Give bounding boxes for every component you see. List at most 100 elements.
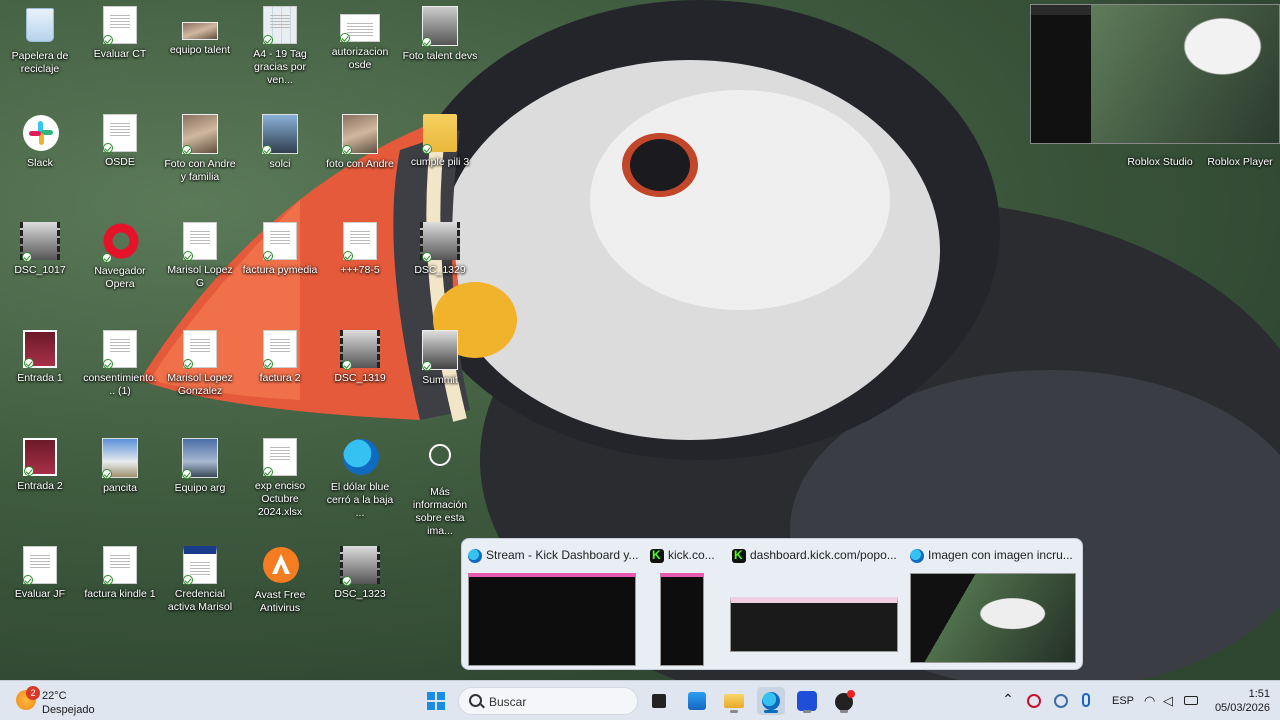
taskbar: 2 22°C Despejado Buscar ⌃ ESP ◠ ◁ 1:51 05… — [0, 680, 1280, 720]
document-icon — [103, 330, 137, 369]
sync-status-icon — [102, 469, 112, 479]
desktop-icon-cumple-pili[interactable]: cumple pili 3 — [400, 112, 480, 169]
desktop-icon-foto-talent-devs[interactable]: Foto talent devs — [400, 4, 480, 63]
sync-tray-icon[interactable] — [1027, 694, 1041, 708]
taskbar-app-blue[interactable] — [793, 687, 821, 715]
desktop-icon-foto-andre-familia[interactable]: Foto con Andre y familia — [160, 112, 240, 184]
document-icon — [183, 546, 217, 585]
sync-status-icon — [263, 359, 273, 369]
weather-badge: 2 — [26, 686, 40, 700]
wifi-icon[interactable]: ◠ — [1144, 693, 1160, 709]
ticket-icon — [23, 330, 57, 368]
image-icon — [102, 438, 138, 479]
desktop-icon-autorizacion-osde[interactable]: autorizacion osde — [320, 4, 400, 72]
desktop-icon-dsc-1017[interactable]: DSC_1017 — [0, 220, 80, 277]
desktop-icon-dsc-1323[interactable]: DSC_1323 — [320, 544, 400, 601]
desktop-icon-recycle-bin[interactable]: Papelera de reciclaje — [0, 4, 80, 76]
preview-title: dashboard.kick.com/popo... — [750, 548, 897, 562]
desktop-icon-solci[interactable]: solci — [240, 112, 320, 171]
desktop-icon-evaluar-jf[interactable]: Evaluar JF — [0, 544, 80, 601]
icon-label: Más información sobre esta ima... — [412, 486, 468, 537]
desktop-icon-factura-kindle[interactable]: factura kindle 1 — [80, 544, 160, 601]
desktop-icon-factura-pymedia[interactable]: factura pymedia — [240, 220, 320, 277]
icon-label: autorizacion osde — [331, 46, 389, 71]
desktop-icon-opera[interactable]: Navegador Opera — [80, 220, 160, 291]
desktop-icon-entrada-1[interactable]: Entrada 1 — [0, 328, 80, 385]
task-view-icon — [652, 694, 666, 708]
taskbar-edge[interactable] — [757, 687, 785, 715]
start-button[interactable] — [422, 687, 450, 715]
taskbar-store-app[interactable] — [683, 687, 711, 715]
desktop-icon-dsc-1319[interactable]: DSC_1319 — [320, 328, 400, 385]
desktop-icon-pancita[interactable]: pancita — [80, 436, 160, 495]
desktop-icon-dolar-blue[interactable]: El dólar blue cerró a la baja ... — [320, 436, 400, 520]
sync-status-icon — [340, 33, 350, 43]
image-icon — [342, 114, 378, 155]
desktop-icon-dsc-1329[interactable]: DSC_1329 — [400, 220, 480, 277]
desktop-icon-factura-2[interactable]: factura 2 — [240, 328, 320, 385]
chevron-up-icon[interactable]: ⌃ — [1000, 691, 1016, 707]
icon-label: Summit — [422, 374, 458, 386]
taskbar-search[interactable]: Buscar — [458, 687, 638, 715]
language-indicator[interactable]: ESP — [1112, 695, 1134, 709]
document-icon — [183, 222, 217, 261]
video-icon — [340, 546, 380, 586]
icon-label: DSC_1017 — [14, 264, 66, 276]
desktop-icon-equipo-arg[interactable]: Equipo arg — [160, 436, 240, 495]
icon-label: El dólar blue cerró a la baja ... — [326, 481, 394, 519]
recycle-bin-icon — [26, 8, 54, 42]
picture-in-picture-window[interactable] — [1030, 4, 1280, 144]
desktop-icon-osde[interactable]: OSDE — [80, 112, 160, 169]
sync-status-icon — [183, 251, 193, 261]
document-icon — [23, 546, 57, 585]
desktop-icon-credencial[interactable]: Credencial activa Marisol — [160, 544, 240, 614]
pip-wallpaper-capture — [1091, 5, 1279, 143]
desktop-icon-slack[interactable]: Slack — [0, 112, 80, 170]
clock[interactable]: 1:51 05/03/2026 — [1200, 687, 1270, 715]
video-icon — [20, 222, 60, 262]
sync-status-icon — [22, 252, 32, 262]
edge-icon — [910, 549, 924, 563]
icon-label: Marisol Lopez G — [167, 264, 233, 289]
task-view-button[interactable] — [645, 687, 673, 715]
desktop-icon-foto-andre[interactable]: foto con Andre — [320, 112, 400, 171]
desktop-icon-equipo-talent[interactable]: equipo talent — [160, 4, 240, 57]
cloud-tray-icon[interactable] — [1054, 694, 1068, 708]
video-icon — [340, 330, 380, 370]
edge-icon — [468, 549, 482, 563]
desktop-icon-evaluar-ct[interactable]: Evaluar CT — [80, 4, 160, 61]
desktop-icon-a4-tag[interactable]: A4 - 19 Tag gracias por ven... — [240, 4, 320, 87]
notification-dot-icon — [847, 690, 855, 698]
desktop-icon-marisol-lopez-gonzalez[interactable]: Marisol Lopez Gonzalez — [160, 328, 240, 398]
running-indicator — [730, 710, 738, 713]
sync-status-icon — [263, 467, 273, 477]
edge-icon — [762, 692, 780, 710]
desktop-icon-entrada-2[interactable]: Entrada 2 — [0, 436, 80, 493]
desktop-icon-consentimiento[interactable]: consentimiento... (1) — [80, 328, 160, 398]
speaker-icon[interactable]: ◁ — [1163, 693, 1179, 709]
desktop-icon-avast[interactable]: Avast Free Antivirus — [240, 544, 320, 615]
document-icon — [263, 222, 297, 261]
image-icon — [422, 330, 458, 371]
icon-label: Avast Free Antivirus — [254, 589, 306, 614]
battery-icon[interactable] — [1184, 696, 1198, 705]
search-placeholder: Buscar — [489, 695, 527, 709]
taskbar-file-explorer[interactable] — [720, 687, 748, 715]
image-icon — [422, 6, 458, 47]
taskbar-app-dark[interactable] — [830, 687, 858, 715]
folder-icon — [724, 694, 744, 708]
sync-status-icon — [422, 37, 432, 47]
kick-icon — [732, 548, 746, 563]
desktop-icon-summit[interactable]: Summit — [400, 328, 480, 387]
microphone-icon[interactable] — [1082, 693, 1090, 707]
weather-desc: Despejado — [42, 704, 95, 716]
desktop-icon-exp-enciso[interactable]: exp enciso Octubre 2024.xlsx — [240, 436, 320, 519]
icon-label: Credencial activa Marisol — [167, 588, 233, 613]
kick-icon — [650, 548, 664, 563]
desktop-icon-marisol-lopez-g[interactable]: Marisol Lopez G — [160, 220, 240, 290]
desktop-icon-mas-informacion[interactable]: Más información sobre esta ima... — [400, 436, 480, 538]
desktop-icon-78-5[interactable]: +++78-5 — [320, 220, 400, 277]
sync-status-icon — [263, 251, 273, 261]
sync-status-icon — [422, 144, 432, 154]
edge-icon — [343, 439, 379, 475]
